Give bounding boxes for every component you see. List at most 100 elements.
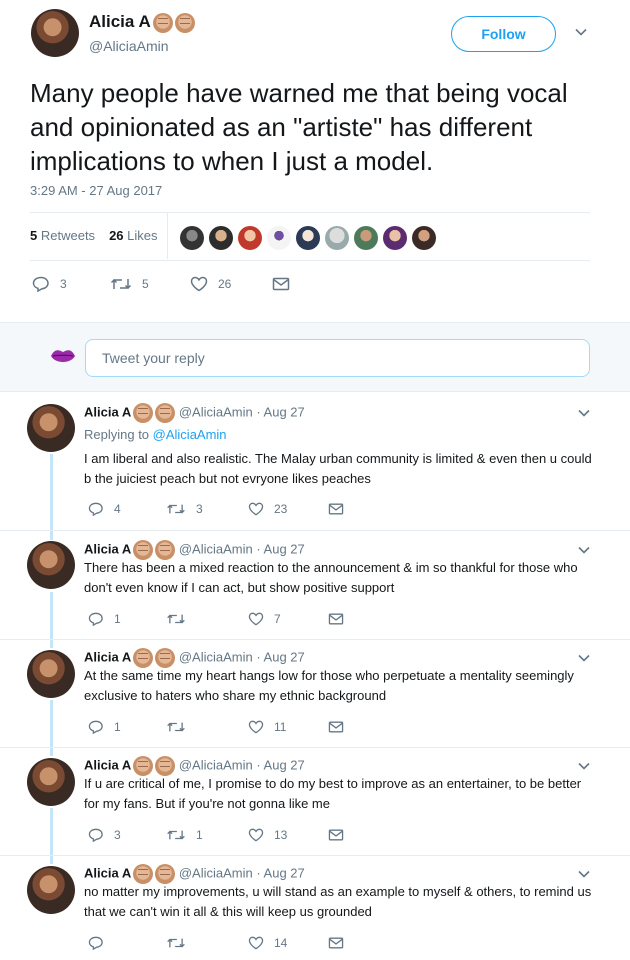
- chevron-down-icon[interactable]: [578, 652, 590, 664]
- retweet-icon: [167, 722, 185, 732]
- retweet-action[interactable]: 3: [166, 502, 203, 516]
- retweet-icon: [110, 278, 132, 290]
- reply-tweet[interactable]: Alicia A @AliciaAmin · Aug 27 There has …: [0, 531, 630, 639]
- avatar[interactable]: [27, 758, 75, 806]
- chevron-down-icon[interactable]: [578, 407, 590, 419]
- retweet-icon: [167, 938, 185, 948]
- avatar[interactable]: [27, 866, 75, 914]
- envelope-icon: [328, 829, 344, 841]
- likes-stat[interactable]: 26 Likes: [109, 228, 157, 243]
- reply-action[interactable]: 1: [88, 720, 121, 734]
- envelope-icon: [328, 503, 344, 515]
- reply-count: 4: [114, 502, 121, 516]
- handle-and-date[interactable]: @AliciaAmin · Aug 27: [179, 541, 305, 556]
- reply-header: Alicia A @AliciaAmin · Aug 27: [84, 540, 305, 560]
- follow-button[interactable]: Follow: [451, 16, 556, 52]
- chevron-down-icon[interactable]: [578, 868, 590, 880]
- divider: [167, 213, 168, 259]
- retweet-action[interactable]: [166, 720, 196, 734]
- liker-avatar[interactable]: [383, 226, 407, 250]
- author-name[interactable]: Alicia A: [89, 12, 195, 33]
- liker-avatar[interactable]: [325, 226, 349, 250]
- liker-avatar[interactable]: [180, 226, 204, 250]
- direct-message-action[interactable]: [328, 828, 354, 842]
- reply-action[interactable]: 3: [32, 276, 67, 292]
- divider: [30, 260, 590, 261]
- retweet-action[interactable]: [166, 936, 196, 950]
- raised-fist-emoji-icon: [133, 756, 154, 776]
- handle-and-date[interactable]: @AliciaAmin · Aug 27: [179, 404, 305, 419]
- direct-message-action[interactable]: [328, 720, 354, 734]
- like-action[interactable]: 26: [190, 276, 231, 292]
- author-name[interactable]: Alicia A: [84, 865, 131, 880]
- reply-tweet[interactable]: Alicia A @AliciaAmin · Aug 27 Replying t…: [0, 392, 630, 530]
- avatar[interactable]: [27, 404, 75, 452]
- tweet-stats: 5 Retweets 26 Likes: [30, 228, 158, 243]
- author-name[interactable]: Alicia A: [84, 404, 131, 419]
- direct-message-action[interactable]: [328, 936, 354, 950]
- liker-avatar[interactable]: [354, 226, 378, 250]
- chevron-down-icon[interactable]: [578, 760, 590, 772]
- handle-and-date[interactable]: @AliciaAmin · Aug 27: [179, 865, 305, 880]
- avatar[interactable]: [27, 650, 75, 698]
- retweet-action[interactable]: 1: [166, 828, 203, 842]
- raised-fist-emoji-icon: [133, 864, 154, 884]
- author-name[interactable]: Alicia A: [84, 757, 131, 772]
- reply-input[interactable]: Tweet your reply: [85, 339, 590, 377]
- handle-and-date[interactable]: @AliciaAmin · Aug 27: [179, 649, 305, 664]
- retweet-icon: [167, 614, 185, 624]
- reply-action[interactable]: [88, 936, 114, 950]
- reply-action[interactable]: 1: [88, 612, 121, 626]
- direct-message-action[interactable]: [272, 276, 300, 292]
- liker-avatar[interactable]: [238, 226, 262, 250]
- raised-fist-emoji-icon: [155, 648, 176, 668]
- tweet-text: Many people have warned me that being vo…: [30, 78, 568, 176]
- heart-icon: [248, 936, 264, 950]
- liker-avatar[interactable]: [412, 226, 436, 250]
- direct-message-action[interactable]: [328, 612, 354, 626]
- retweet-count: 5: [142, 277, 149, 291]
- avatar[interactable]: [27, 541, 75, 589]
- chevron-down-icon[interactable]: [578, 544, 590, 556]
- handle-and-date[interactable]: @AliciaAmin · Aug 27: [179, 757, 305, 772]
- reply-action[interactable]: 4: [88, 502, 121, 516]
- like-action[interactable]: 14: [248, 936, 287, 950]
- raised-fist-emoji-icon: [133, 648, 154, 668]
- liker-avatar[interactable]: [296, 226, 320, 250]
- tweet-timestamp[interactable]: 3:29 AM - 27 Aug 2017: [30, 183, 162, 198]
- reply-tweet[interactable]: Alicia A @AliciaAmin · Aug 27 At the sam…: [0, 640, 630, 748]
- direct-message-action[interactable]: [328, 502, 354, 516]
- liker-avatar[interactable]: [267, 226, 291, 250]
- author-name[interactable]: Alicia A: [84, 541, 131, 556]
- reply-action[interactable]: 3: [88, 828, 121, 842]
- reply-composer: Tweet your reply: [0, 322, 630, 392]
- replying-to-handle-link[interactable]: @AliciaAmin: [153, 427, 227, 442]
- replying-to: Replying to @AliciaAmin: [84, 427, 227, 442]
- envelope-icon: [328, 721, 344, 733]
- like-action[interactable]: 23: [248, 502, 287, 516]
- reply-header: Alicia A @AliciaAmin · Aug 27: [84, 756, 305, 776]
- reply-tweet[interactable]: Alicia A @AliciaAmin · Aug 27 no matter …: [0, 856, 630, 960]
- like-count: 11: [274, 720, 287, 734]
- reply-tweet[interactable]: Alicia A @AliciaAmin · Aug 27 If u are c…: [0, 748, 630, 856]
- raised-fist-emoji-icon: [155, 403, 176, 423]
- retweet-action[interactable]: 5: [110, 276, 149, 292]
- like-action[interactable]: 7: [248, 612, 281, 626]
- retweet-icon: [167, 504, 185, 514]
- liker-avatar[interactable]: [209, 226, 233, 250]
- replying-to-label: Replying to: [84, 427, 153, 442]
- likes-label: Likes: [127, 228, 158, 243]
- author-name[interactable]: Alicia A: [84, 649, 131, 664]
- author-avatar[interactable]: [31, 9, 79, 57]
- retweets-stat[interactable]: 5 Retweets: [30, 228, 95, 243]
- author-handle[interactable]: @AliciaAmin: [89, 38, 169, 54]
- reply-text: At the same time my heart hangs low for …: [84, 668, 574, 703]
- reply-count: 1: [114, 720, 121, 734]
- raised-fist-emoji-icon: [155, 540, 176, 560]
- like-action[interactable]: 13: [248, 828, 287, 842]
- author-name-text: Alicia A: [89, 12, 151, 31]
- chevron-down-icon[interactable]: [575, 26, 587, 38]
- retweet-action[interactable]: [166, 612, 196, 626]
- like-action[interactable]: 11: [248, 720, 286, 734]
- reply-count: 3: [114, 828, 121, 842]
